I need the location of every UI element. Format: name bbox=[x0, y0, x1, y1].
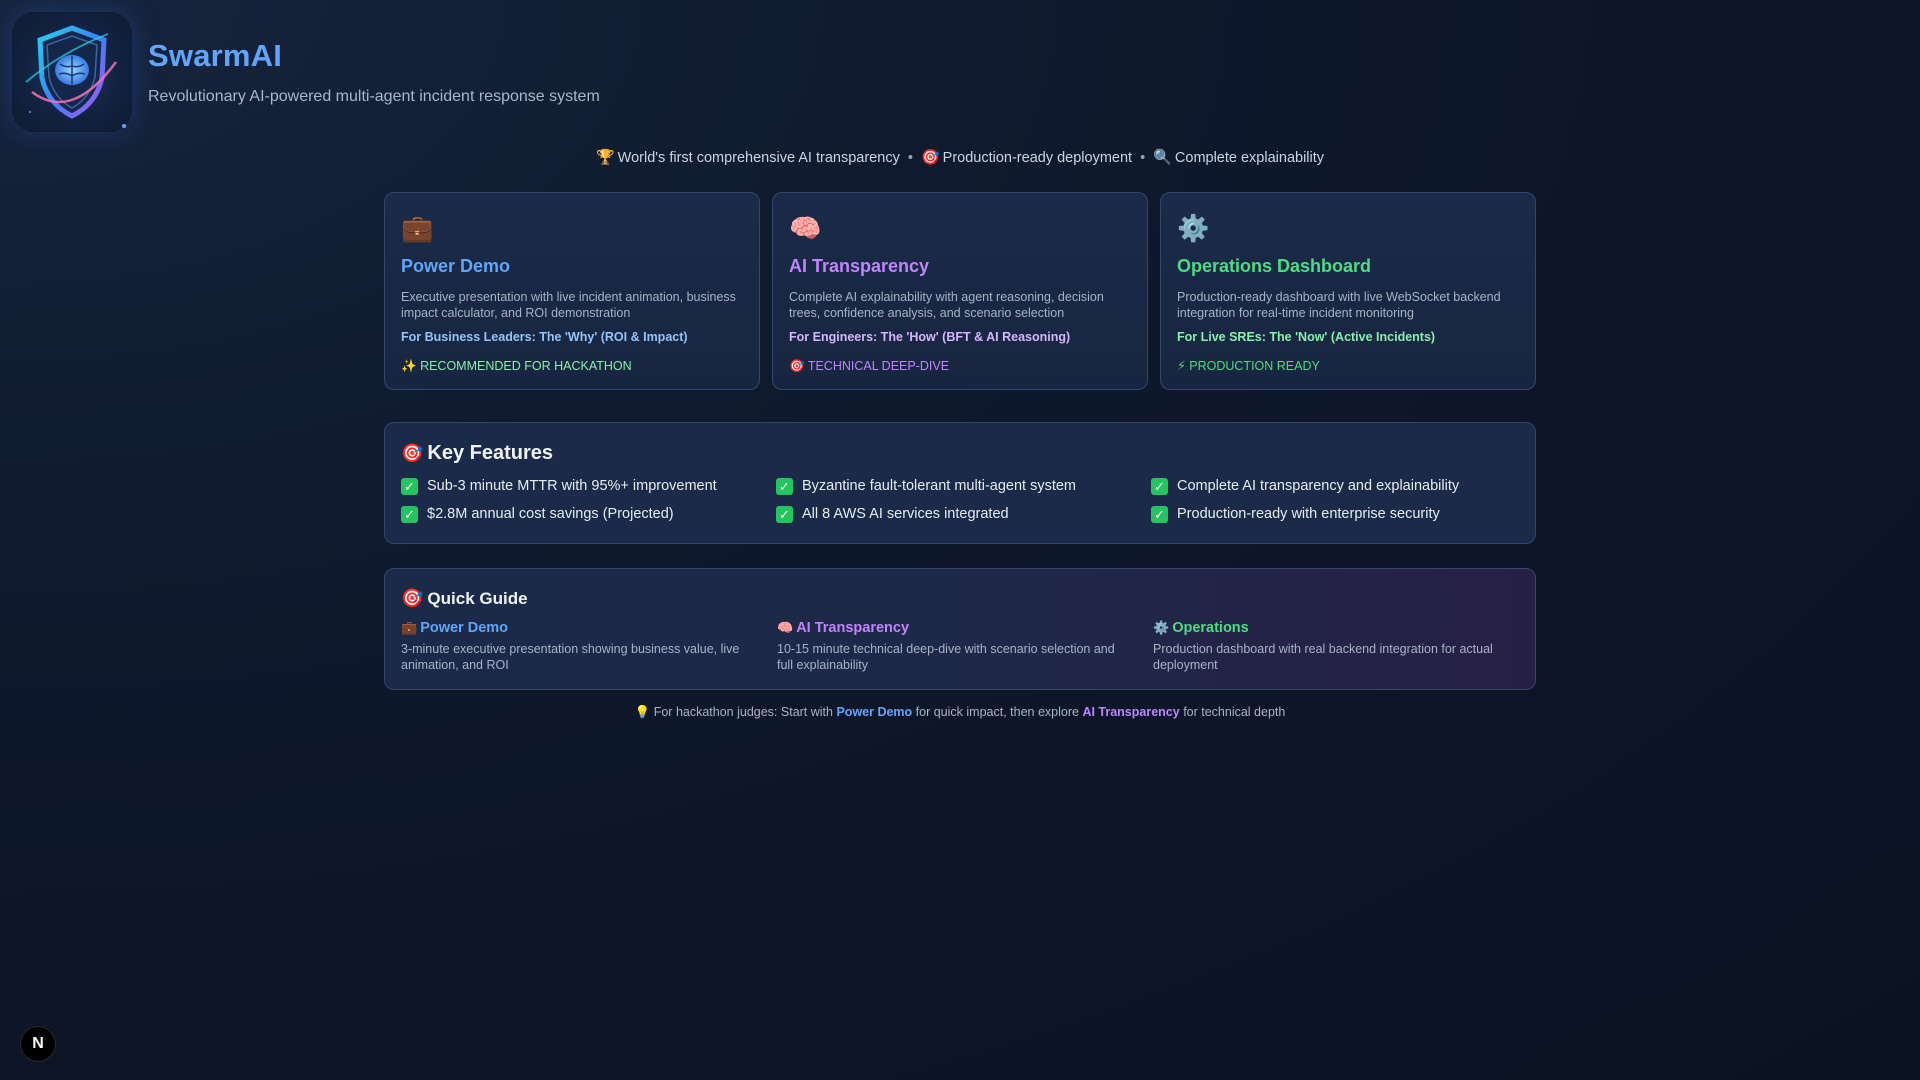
card-badge-label: RECOMMENDED FOR HACKATHON bbox=[420, 359, 632, 373]
feature-text: $2.8M annual cost savings (Projected) bbox=[427, 506, 674, 522]
guide-item-description: Production dashboard with real backend i… bbox=[1153, 642, 1493, 672]
feature-text: Sub-3 minute MTTR with 95%+ improvement bbox=[427, 478, 717, 494]
target-icon: 🎯 bbox=[401, 443, 424, 463]
hint-power-demo-link[interactable]: Power Demo bbox=[836, 705, 912, 719]
hint-middle: for quick impact, then explore bbox=[915, 705, 1079, 719]
target-icon: 🎯 bbox=[920, 149, 940, 166]
app-subtitle: Revolutionary AI-powered multi-agent inc… bbox=[148, 88, 600, 105]
brain-icon: 🧠 bbox=[777, 620, 794, 635]
lightbulb-icon: 💡 bbox=[634, 705, 651, 719]
guide-item-ai-transparency: 🧠 AI Transparency 10-15 minute technical … bbox=[777, 619, 1153, 673]
guide-item-power-demo: 💼 Power Demo 3-minute executive presentat… bbox=[401, 619, 777, 673]
power-demo-card[interactable]: 💼 Power Demo Executive presentation with… bbox=[384, 192, 760, 390]
card-badge-label: PRODUCTION READY bbox=[1189, 359, 1320, 373]
quick-guide-title: Quick Guide bbox=[427, 589, 528, 608]
card-badge: ⚡ PRODUCTION READY bbox=[1177, 358, 1519, 374]
check-icon: ✓ bbox=[776, 477, 793, 495]
guide-item-title[interactable]: 🧠 AI Transparency bbox=[777, 619, 1153, 637]
key-features-heading: 🎯 Key Features bbox=[401, 441, 1519, 465]
tagline-separator: • bbox=[907, 150, 913, 166]
guide-list: 💼 Power Demo 3-minute executive presentat… bbox=[401, 619, 1519, 673]
guide-item-label: Power Demo bbox=[420, 620, 509, 636]
card-description: Production-ready dashboard with live Web… bbox=[1177, 290, 1501, 320]
check-icon: ✓ bbox=[401, 477, 418, 495]
feature-item: ✓ Sub-3 minute MTTR with 95%+ improvement bbox=[401, 477, 776, 495]
guide-item-label: Operations bbox=[1172, 620, 1249, 636]
card-audience: For Business Leaders: The 'Why' (ROI & I… bbox=[401, 330, 688, 344]
ai-transparency-card[interactable]: 🧠 AI Transparency Complete AI explainabi… bbox=[772, 192, 1148, 390]
judges-hint: 💡 For hackathon judges: Start with Power… bbox=[0, 705, 1920, 720]
trophy-icon: 🏆 bbox=[595, 149, 615, 166]
guide-item-label: AI Transparency bbox=[796, 620, 910, 636]
brain-icon: 🧠 bbox=[789, 213, 822, 243]
feature-text: Production-ready with enterprise securit… bbox=[1177, 506, 1440, 522]
operations-dashboard-card[interactable]: ⚙️ Operations Dashboard Production-ready… bbox=[1160, 192, 1536, 390]
guide-item-title[interactable]: ⚙️ Operations bbox=[1153, 619, 1529, 637]
guide-item-title[interactable]: 💼 Power Demo bbox=[401, 619, 777, 637]
card-title: Operations Dashboard bbox=[1177, 256, 1372, 276]
card-title: AI Transparency bbox=[789, 256, 930, 276]
feature-text: All 8 AWS AI services integrated bbox=[802, 506, 1009, 522]
guide-item-operations: ⚙️ Operations Production dashboard with r… bbox=[1153, 619, 1529, 673]
shield-brain-logo-icon bbox=[25, 25, 126, 128]
tagline-item: Production-ready deployment bbox=[942, 150, 1133, 166]
key-features-panel: 🎯 Key Features ✓ Sub-3 minute MTTR with 95… bbox=[384, 422, 1536, 544]
key-features-title: Key Features bbox=[427, 442, 554, 464]
tagline-item: World's first comprehensive AI transpare… bbox=[617, 150, 900, 166]
target-icon: 🎯 bbox=[789, 359, 805, 373]
card-title: Power Demo bbox=[401, 256, 511, 276]
guide-item-description: 3-minute executive presentation showing … bbox=[401, 642, 740, 672]
card-description: Complete AI explainability with agent re… bbox=[789, 290, 1104, 320]
briefcase-icon: 💼 bbox=[401, 213, 434, 243]
card-badge: 🎯 TECHNICAL DEEP-DIVE bbox=[789, 358, 1131, 374]
guide-item-description: 10-15 minute technical deep-dive with sc… bbox=[777, 642, 1115, 672]
tagline: 🏆 World's first comprehensive AI transpar… bbox=[0, 148, 1920, 166]
quick-guide-heading: 🎯 Quick Guide bbox=[401, 587, 1519, 610]
tagline-item: Complete explainability bbox=[1174, 150, 1325, 166]
gear-icon: ⚙️ bbox=[1153, 620, 1170, 635]
feature-item: ✓ $2.8M annual cost savings (Projected) bbox=[401, 505, 776, 523]
feature-item: ✓ Byzantine fault-tolerant multi-agent sy… bbox=[776, 477, 1151, 495]
feature-item: ✓ Production-ready with enterprise securi… bbox=[1151, 505, 1526, 523]
feature-item: ✓ Complete AI transparency and explainabi… bbox=[1151, 477, 1526, 495]
app-logo bbox=[12, 12, 132, 132]
target-icon: 🎯 bbox=[401, 588, 424, 608]
check-icon: ✓ bbox=[401, 505, 418, 523]
sparkles-icon: ✨ bbox=[401, 359, 417, 373]
feature-item: ✓ All 8 AWS AI services integrated bbox=[776, 505, 1151, 523]
tagline-separator: • bbox=[1140, 150, 1146, 166]
lightning-icon: ⚡ bbox=[1177, 359, 1186, 373]
feature-list: ✓ Sub-3 minute MTTR with 95%+ improvement… bbox=[401, 477, 1519, 523]
feature-text: Complete AI transparency and explainabil… bbox=[1177, 478, 1460, 494]
mode-cards: 💼 Power Demo Executive presentation with… bbox=[384, 192, 1536, 390]
check-icon: ✓ bbox=[1151, 477, 1168, 495]
gear-icon: ⚙️ bbox=[1177, 213, 1210, 243]
card-audience: For Engineers: The 'How' (BFT & AI Reaso… bbox=[789, 330, 1071, 344]
quick-guide-panel: 🎯 Quick Guide 💼 Power Demo 3-minute execut… bbox=[384, 568, 1536, 690]
briefcase-icon: 💼 bbox=[401, 620, 418, 635]
feature-text: Byzantine fault-tolerant multi-agent sys… bbox=[802, 478, 1077, 494]
hint-suffix: for technical depth bbox=[1183, 705, 1286, 719]
card-badge: ✨ RECOMMENDED FOR HACKATHON bbox=[401, 358, 743, 374]
card-badge-label: TECHNICAL DEEP-DIVE bbox=[807, 359, 950, 373]
check-icon: ✓ bbox=[776, 505, 793, 523]
card-audience: For Live SREs: The 'Now' (Active Inciden… bbox=[1177, 330, 1436, 344]
hint-ai-transparency-link[interactable]: AI Transparency bbox=[1082, 705, 1179, 719]
hint-prefix: For hackathon judges: Start with bbox=[653, 705, 833, 719]
check-icon: ✓ bbox=[1151, 505, 1168, 523]
app-title: SwarmAI bbox=[148, 38, 283, 73]
card-description: Executive presentation with live inciden… bbox=[401, 290, 736, 320]
magnifier-icon: 🔍 bbox=[1153, 149, 1172, 166]
nextjs-dev-badge[interactable]: N bbox=[20, 1026, 56, 1062]
